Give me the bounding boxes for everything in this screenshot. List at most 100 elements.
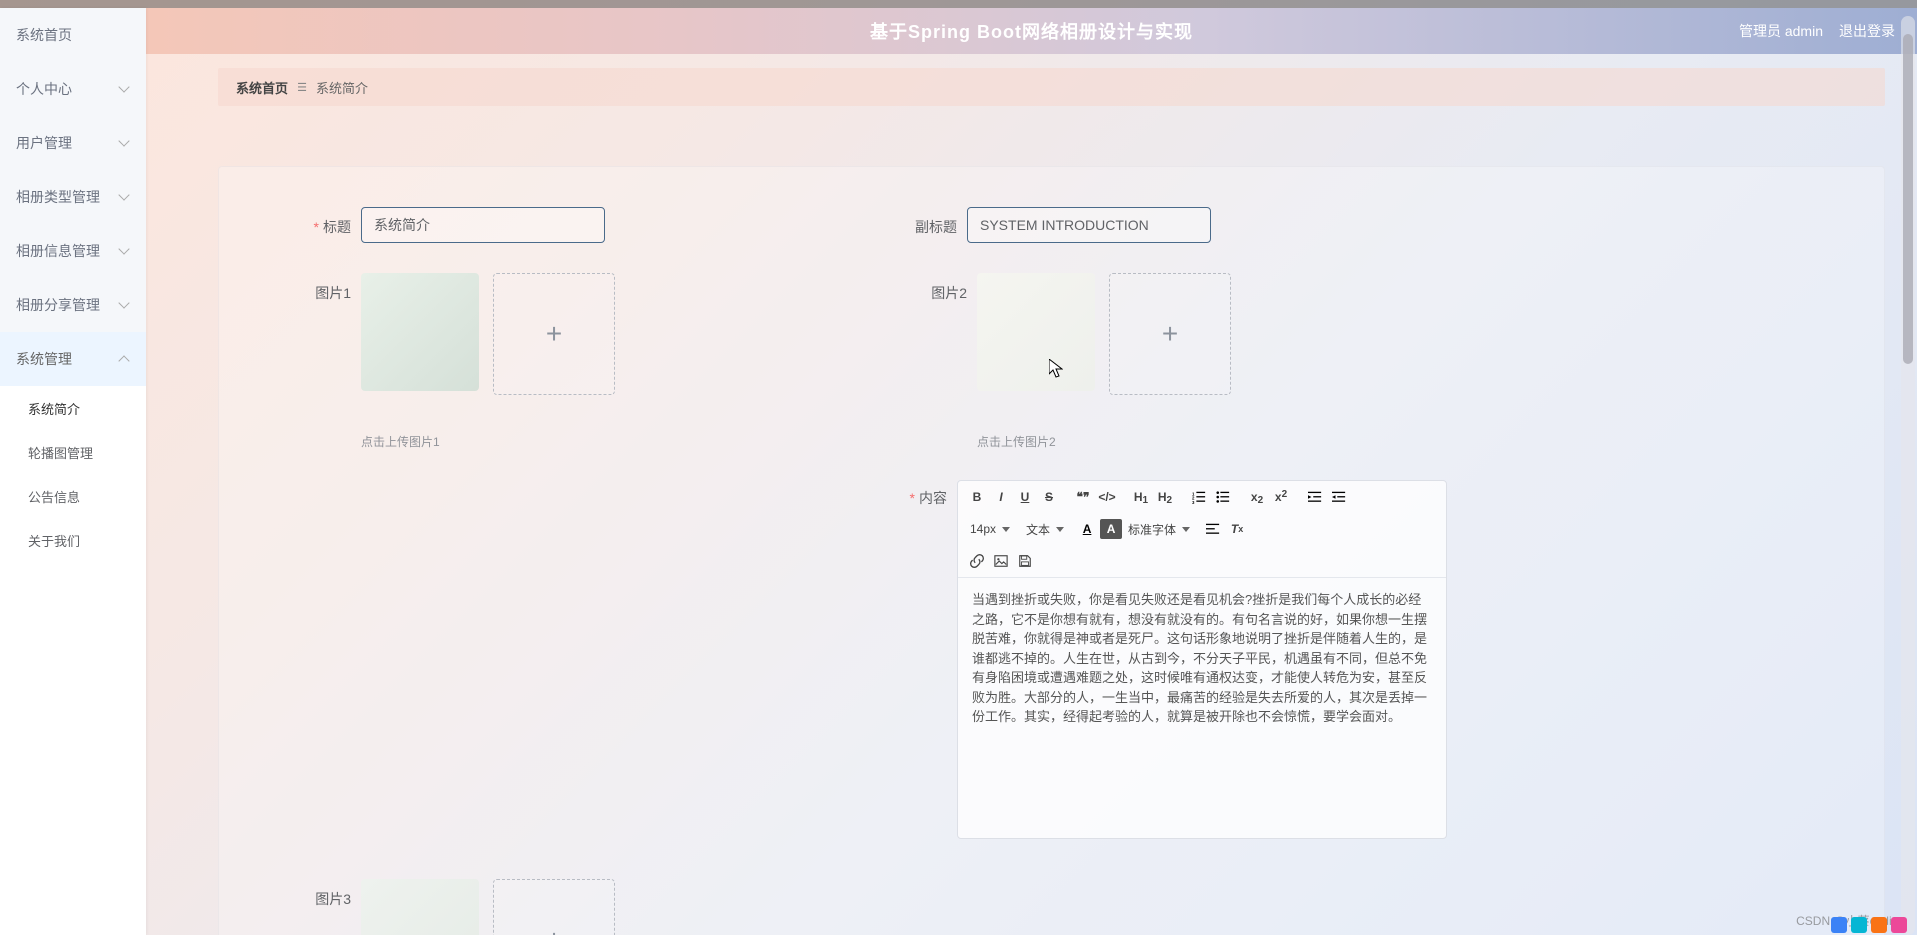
field-image3: 图片3 + [299,879,615,935]
taskbar-icons [1831,917,1907,933]
rich-text-editor: B I U S ❝❞ </> H1 H2 [957,480,1447,839]
superscript-button[interactable]: x2 [1270,487,1292,507]
chevron-down-icon [118,299,130,311]
sidebar-sub-system-intro[interactable]: 系统简介 [0,386,146,430]
mouse-cursor-icon [1049,359,1063,379]
input-title[interactable] [361,207,605,243]
breadcrumb-home[interactable]: 系统首页 [236,78,288,97]
chevron-up-icon [118,353,130,365]
block-format-select[interactable]: 文本 [1022,519,1068,539]
taskbar-icon[interactable] [1851,917,1867,933]
form-card: *标题 副标题 图片1 [218,166,1885,935]
upload-hint-image1: 点击上传图片1 [361,433,615,450]
link-button[interactable] [966,551,988,571]
sidebar: 系统首页 个人中心 用户管理 相册类型管理 相册信息管理 相册分享管理 系统管理… [0,8,146,935]
content-wrap: 系统首页 ☰ 系统简介 *标题 副标题 [146,54,1917,935]
current-user-label[interactable]: 管理员 admin [1739,21,1823,41]
sidebar-sub-label: 公告信息 [28,487,80,506]
thumbnail-image3[interactable] [361,879,479,935]
sidebar-item-personal[interactable]: 个人中心 [0,62,146,116]
upload-box-image1[interactable]: + [493,273,615,395]
sidebar-item-label: 系统首页 [16,25,72,45]
sidebar-sub-carousel[interactable]: 轮播图管理 [0,430,146,474]
sidebar-sub-label: 关于我们 [28,531,80,550]
bg-color-button[interactable]: A [1100,519,1122,539]
field-title: *标题 [299,207,605,243]
sidebar-sub-about-us[interactable]: 关于我们 [0,518,146,562]
logout-link[interactable]: 退出登录 [1839,21,1895,41]
chevron-down-icon [118,191,130,203]
bullet-list-button[interactable] [1212,487,1234,507]
taskbar-icon[interactable] [1831,917,1847,933]
svg-text:3: 3 [1192,500,1195,504]
plus-icon: + [546,318,562,350]
outdent-button[interactable] [1304,487,1326,507]
window-top-strip [0,0,1917,8]
breadcrumb-current: 系统简介 [316,78,368,97]
upload-row-image1: + [361,273,615,395]
font-family-select[interactable]: 标准字体 [1124,519,1194,539]
upload-box-image3[interactable]: + [493,879,615,935]
subscript-button[interactable]: x2 [1246,487,1268,507]
dropdown-icon [1182,527,1190,532]
chevron-down-icon [118,137,130,149]
font-size-select[interactable]: 14px [966,519,1014,539]
sidebar-item-label: 用户管理 [16,133,72,153]
sidebar-item-album-type[interactable]: 相册类型管理 [0,170,146,224]
required-asterisk: * [314,219,319,235]
main-area: 基于Spring Boot网络相册设计与实现 管理员 admin 退出登录 系统… [146,8,1917,935]
code-block-button[interactable]: </> [1096,487,1118,507]
ordered-list-button[interactable]: 123 [1188,487,1210,507]
label-image2: 图片2 [915,273,977,303]
label-image1: 图片1 [299,273,361,303]
taskbar-icon[interactable] [1871,917,1887,933]
scrollbar-thumb[interactable] [1903,34,1913,364]
chevron-down-icon [118,83,130,95]
sidebar-sub-label: 系统简介 [28,399,80,418]
sidebar-item-user-mgmt[interactable]: 用户管理 [0,116,146,170]
sidebar-item-label: 相册信息管理 [16,241,100,261]
editor-content[interactable]: 当遇到挫折或失败，你是看见失败还是看见机会?挫折是我们每个人成长的必经之路，它不… [958,578,1446,838]
scrollbar-track[interactable] [1901,16,1915,935]
field-image2: 图片2 + 点击上传图片2 [915,273,1231,450]
italic-button[interactable]: I [990,487,1012,507]
sidebar-item-album-info[interactable]: 相册信息管理 [0,224,146,278]
sidebar-item-album-share[interactable]: 相册分享管理 [0,278,146,332]
label-title: *标题 [299,207,361,237]
label-content: *内容 [905,480,957,839]
upload-box-image2[interactable]: + [1109,273,1231,395]
sidebar-sub-announcement[interactable]: 公告信息 [0,474,146,518]
heading1-button[interactable]: H1 [1130,487,1152,507]
plus-icon: + [546,924,562,935]
underline-button[interactable]: U [1014,487,1036,507]
sidebar-sub-label: 轮播图管理 [28,443,93,462]
label-subtitle: 副标题 [905,207,967,237]
field-content: *内容 B I U S ❝❞ </> [905,480,1447,839]
input-subtitle[interactable] [967,207,1211,243]
sidebar-item-label: 个人中心 [16,79,72,99]
sidebar-item-label: 系统管理 [16,349,72,369]
indent-button[interactable] [1328,487,1350,507]
upload-row-image2: + [977,273,1231,395]
sidebar-item-home[interactable]: 系统首页 [0,8,146,62]
blockquote-button[interactable]: ❝❞ [1072,487,1094,507]
upload-row-image3: + [361,879,615,935]
sidebar-item-label: 相册类型管理 [16,187,100,207]
label-image3: 图片3 [299,879,361,909]
thumbnail-image1[interactable] [361,273,479,391]
app-title: 基于Spring Boot网络相册设计与实现 [870,18,1193,44]
taskbar-icon[interactable] [1891,917,1907,933]
plus-icon: + [1162,318,1178,350]
bold-button[interactable]: B [966,487,988,507]
field-subtitle: 副标题 [905,207,1211,243]
font-color-button[interactable]: A [1076,519,1098,539]
thumbnail-image2[interactable] [977,273,1095,391]
heading2-button[interactable]: H2 [1154,487,1176,507]
clear-format-button[interactable]: Tx [1226,519,1248,539]
align-button[interactable] [1202,519,1224,539]
sidebar-item-system-mgmt[interactable]: 系统管理 [0,332,146,386]
strike-button[interactable]: S [1038,487,1060,507]
image-button[interactable] [990,551,1012,571]
save-button[interactable] [1014,551,1036,571]
row-title-subtitle: *标题 副标题 [299,207,1804,243]
